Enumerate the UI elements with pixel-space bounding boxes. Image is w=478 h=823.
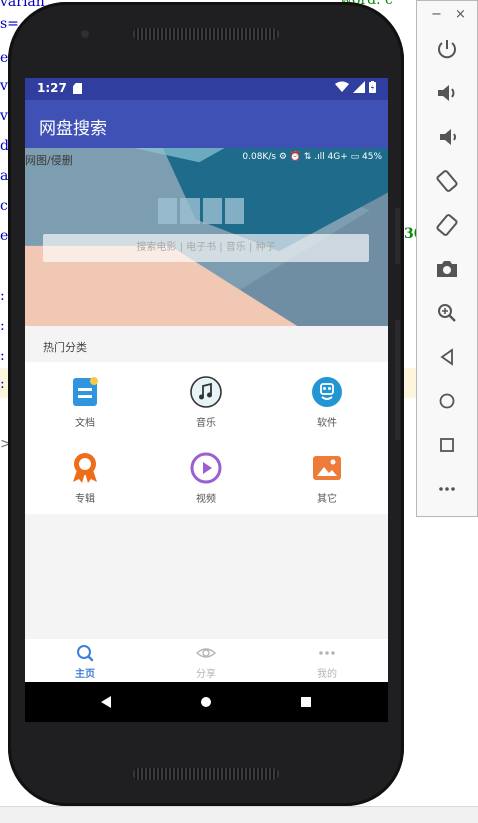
nav-home[interactable]: 主页 [45,639,125,682]
code-line: : [0,376,5,392]
category-header-label: 热门分类 [43,341,87,354]
home-icon [439,393,455,409]
more-button[interactable] [433,475,461,503]
signal-icon [353,81,365,93]
album-icon [73,453,97,483]
nav-label: 我的 [317,669,337,680]
category-other[interactable]: 其它 [287,452,367,512]
rotate-right-button[interactable] [433,211,461,239]
category-label: 其它 [317,494,337,505]
image-icon [313,456,341,480]
banner-status-text: 0.08K/s ⚙ ⏰ ⇅ .ıll 4G+ ▭ 45% [242,152,382,162]
category-header: 热门分类 [25,326,388,362]
more-icon [319,651,335,655]
category-software[interactable]: 软件 [287,376,367,436]
editor-status-strip [0,806,478,823]
category-video[interactable]: 视频 [166,452,246,512]
more-icon [439,487,455,491]
software-icon [312,377,342,407]
overview-icon [440,438,454,452]
video-icon [190,452,222,484]
zoom-icon [438,304,456,322]
volume-up-icon [438,85,455,101]
screenshot-button[interactable] [433,255,461,283]
music-icon [190,376,222,408]
code-line: : [0,288,5,304]
front-camera [81,30,89,38]
category-label: 视频 [196,494,216,505]
nav-label: 分享 [196,669,216,680]
category-label: 专辑 [75,494,95,505]
nav-mine[interactable]: 我的 [287,639,367,682]
banner-image: 网图/侵删 0.08K/s ⚙ ⏰ ⇅ .ıll 4G+ ▭ 45% 搜索电影 … [25,148,388,326]
app-title: 网盘搜索 [39,119,107,139]
home-icon[interactable] [201,697,211,707]
status-time: 1:27 [37,81,67,95]
nav-label: 主页 [75,669,95,680]
wifi-icon [335,81,349,92]
volume-down-button[interactable] [433,123,461,151]
rotate-left-icon [436,170,458,192]
eye-icon [196,648,216,658]
category-label: 文档 [75,418,95,429]
overview-button[interactable] [433,431,461,459]
speaker-grille [133,768,279,780]
bottom-navigation: 主页 分享 我的 [25,639,388,682]
power-icon [438,40,456,59]
blurred-logo [158,198,244,224]
power-button[interactable] [433,35,461,63]
back-icon[interactable] [101,696,111,708]
code-line: : [0,348,5,364]
camera-icon [437,261,457,277]
side-power-button[interactable] [395,320,400,440]
toolbar-window-controls: − × [417,1,477,31]
category-document[interactable]: 文档 [45,376,125,436]
status-bar: 1:27 [25,78,388,100]
rotate-left-button[interactable] [433,167,461,195]
app-bar: 网盘搜索 [25,100,388,148]
battery-icon [369,81,376,93]
device-screen: 1:27 网盘搜索 网图/侵删 0.08K/s ⚙ ⏰ ⇅ .ıll 4G+ ▭… [25,78,388,722]
back-icon [440,348,453,366]
sd-card-icon [73,83,82,94]
category-album[interactable]: 专辑 [45,452,125,512]
minimize-icon[interactable]: − [431,7,442,22]
volume-up-button[interactable] [433,79,461,107]
category-label: 软件 [317,418,337,429]
category-grid: 文档 音乐 软件 专辑 视频 其它 [25,362,388,514]
search-icon [77,645,94,662]
search-input[interactable]: 搜索电影 | 电子书 | 音乐 | 种子 [43,234,369,262]
zoom-button[interactable] [433,299,461,327]
code-line: : [0,318,5,334]
category-music[interactable]: 音乐 [166,376,246,436]
recent-apps-icon[interactable] [301,697,311,707]
category-label: 音乐 [196,418,216,429]
emulator-toolbar: − × [416,0,478,517]
volume-down-icon [440,129,456,145]
document-icon [73,377,98,406]
banner-watermark: 网图/侵删 [25,154,73,167]
close-icon[interactable]: × [455,7,466,22]
back-button[interactable] [433,343,461,371]
system-navigation-bar [25,682,388,722]
side-volume-button[interactable] [395,208,400,264]
nav-share[interactable]: 分享 [166,639,246,682]
home-button[interactable] [433,387,461,415]
speaker-grille [133,28,279,40]
status-icons [335,81,376,93]
rotate-right-icon [436,214,458,236]
